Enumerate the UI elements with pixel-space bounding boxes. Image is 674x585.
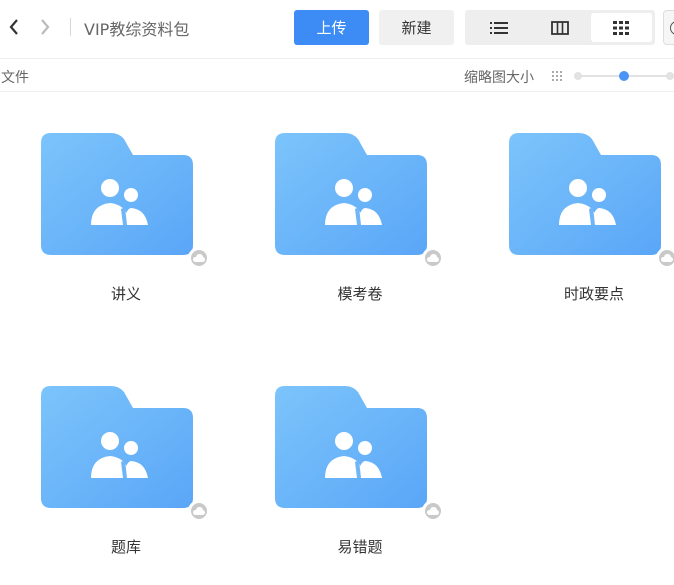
folder-item[interactable]: 易错题 — [245, 346, 444, 566]
slider-stop — [574, 72, 582, 80]
shared-folder-icon — [41, 386, 193, 508]
shared-folder-icon — [275, 133, 427, 255]
grid-icon — [613, 20, 630, 35]
toolbar: VIP教综资料包 上传 新建 — [0, 0, 674, 56]
search-button[interactable] — [663, 10, 674, 45]
columns-icon — [551, 20, 569, 35]
cloud-icon — [661, 254, 673, 262]
thumbnail-size-label: 缩略图大小 — [464, 70, 534, 86]
cloud-status-icon — [656, 247, 674, 269]
folder-name: 时政要点 — [563, 285, 624, 303]
new-button[interactable]: 新建 — [379, 10, 454, 45]
folder-item[interactable]: 讲义 — [11, 93, 210, 313]
column-view-button[interactable] — [529, 13, 590, 42]
forward-button[interactable] — [34, 14, 56, 40]
shared-folder-icon — [41, 133, 193, 255]
chevron-left-icon — [9, 19, 18, 35]
list-view-button[interactable] — [468, 13, 529, 42]
cloud-status-icon — [188, 247, 210, 269]
slider-handle[interactable] — [619, 71, 630, 81]
cloud-icon — [193, 507, 205, 515]
folder-item[interactable]: 题库 — [11, 346, 210, 566]
shared-folder-icon — [509, 133, 661, 255]
breadcrumb[interactable]: 文件 — [1, 67, 29, 87]
thumbnail-size-slider[interactable] — [574, 71, 674, 81]
cloud-icon — [193, 254, 205, 262]
cloud-status-icon — [422, 500, 444, 522]
folder-name: 易错题 — [337, 538, 383, 556]
toolbar-divider — [70, 18, 71, 36]
chevron-right-icon — [41, 19, 50, 35]
cloud-status-icon — [422, 247, 444, 269]
view-mode-switch — [465, 10, 655, 45]
back-button[interactable] — [3, 14, 25, 40]
list-icon — [489, 21, 508, 34]
thumbnail-view-button[interactable] — [590, 13, 652, 42]
folder-item[interactable]: 时政要点 — [479, 93, 674, 313]
slider-stop — [666, 72, 674, 80]
cloud-icon — [427, 507, 439, 515]
search-icon — [670, 21, 674, 35]
small-grid-icon — [552, 71, 562, 81]
file-grid: 讲义 模考卷 时政要点 题库 易错题 — [0, 93, 674, 585]
folder-name: 模考卷 — [337, 285, 383, 303]
folder-name: 题库 — [110, 538, 141, 556]
sub-toolbar: 文件 缩略图大小 — [0, 58, 674, 92]
cloud-icon — [427, 254, 439, 262]
folder-name: 讲义 — [110, 285, 141, 303]
folder-item[interactable]: 模考卷 — [245, 93, 444, 313]
current-folder-title: VIP教综资料包 — [84, 20, 190, 39]
shared-folder-icon — [275, 386, 427, 508]
cloud-status-icon — [188, 500, 210, 522]
upload-button[interactable]: 上传 — [294, 10, 369, 45]
